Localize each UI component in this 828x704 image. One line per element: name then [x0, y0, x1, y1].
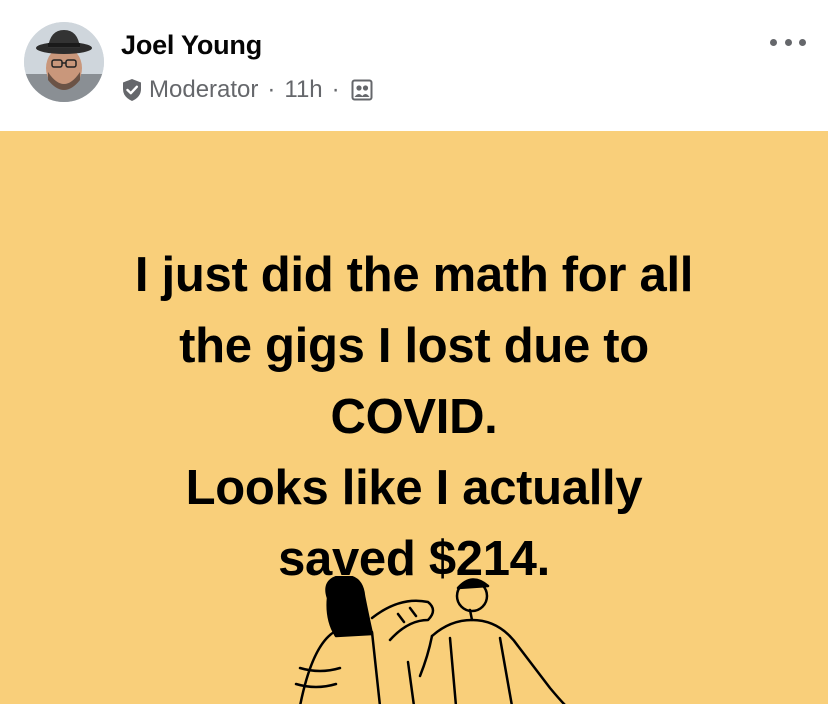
message-line: I just did the math for all: [134, 248, 694, 302]
post-content: I just did the math for all the gigs I l…: [0, 131, 828, 704]
moderator-shield-icon: [121, 78, 143, 102]
more-options-icon: [784, 38, 792, 46]
more-options-button[interactable]: [770, 34, 806, 50]
avatar[interactable]: [24, 22, 104, 102]
meta-separator: ·: [331, 76, 340, 103]
post-meta: Moderator · 11h ·: [121, 75, 373, 105]
group-members-icon[interactable]: [351, 79, 373, 101]
post-header: Joel Young Moderator · 11h ·: [0, 0, 828, 131]
author-name[interactable]: Joel Young: [121, 30, 262, 61]
post-card: Joel Young Moderator · 11h · I just did …: [0, 0, 828, 704]
more-options-icon: [799, 38, 806, 46]
message-line: the gigs I lost due to: [179, 319, 649, 373]
role-label: Moderator: [149, 76, 259, 103]
meta-separator: ·: [267, 76, 276, 103]
more-options-icon: [770, 38, 777, 46]
message-line: Looks like I actually: [185, 461, 643, 515]
post-message: I just did the math for all the gigs I l…: [40, 240, 788, 595]
two-people-illustration: [260, 574, 580, 704]
post-timestamp[interactable]: 11h: [284, 76, 322, 104]
message-line: COVID.: [330, 390, 498, 444]
